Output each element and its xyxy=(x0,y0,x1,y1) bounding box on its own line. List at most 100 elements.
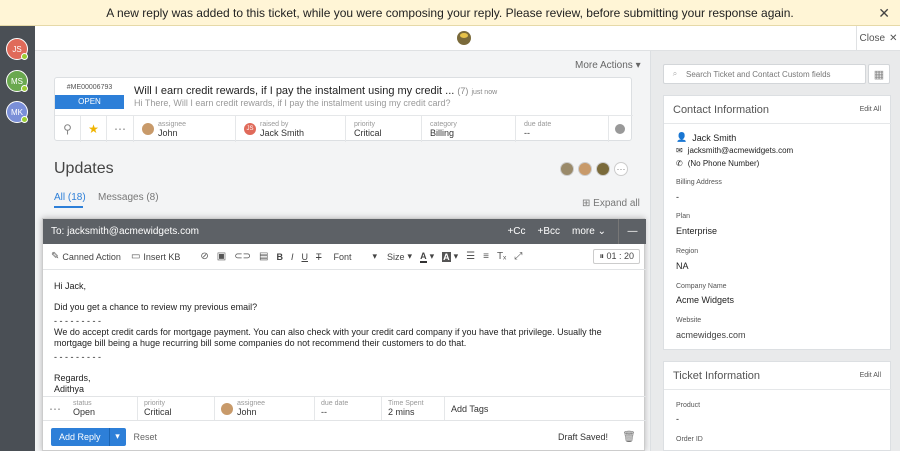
underline-icon[interactable]: U xyxy=(301,252,308,262)
body-separator: - - - - - - - - - xyxy=(54,352,101,362)
bullet-list-icon[interactable]: ☰ xyxy=(466,251,475,262)
ticket-subject[interactable]: Will I earn credit rewards, if I pay the… xyxy=(134,85,497,97)
search-placeholder: Search Ticket and Contact Custom fields xyxy=(686,69,831,79)
insert-kb-button[interactable]: ▭ Insert KB xyxy=(131,251,180,262)
avatar[interactable]: JS xyxy=(6,38,28,60)
italic-icon[interactable]: I xyxy=(291,252,294,262)
layout-grid-icon[interactable]: ▦ xyxy=(868,64,890,84)
thread-count: (7) xyxy=(457,86,469,96)
tab-messages[interactable]: Messages (8) xyxy=(98,192,159,203)
close-label: Close xyxy=(859,33,886,44)
strikethrough-icon[interactable]: T xyxy=(316,252,322,262)
numbered-list-icon[interactable]: ≡ xyxy=(483,251,489,262)
reset-button[interactable]: Reset xyxy=(134,432,158,442)
field-value[interactable]: Acme Widgets xyxy=(676,295,734,305)
participant-avatar[interactable] xyxy=(596,162,610,176)
cc-button[interactable]: +Cc xyxy=(507,226,525,237)
ticket-card[interactable]: #ME00006793 OPEN Will I earn credit rewa… xyxy=(54,77,633,142)
close-button[interactable]: Close ✕ xyxy=(856,26,900,51)
status-toggle-icon[interactable] xyxy=(609,116,631,142)
reply-body-editor[interactable]: Hi Jack, Did you get a chance to review … xyxy=(54,281,639,398)
custom-field-search[interactable]: ⌕ Search Ticket and Contact Custom field… xyxy=(663,64,866,84)
link-icon[interactable]: ⊂⊃ xyxy=(234,251,251,262)
bcc-button[interactable]: +Bcc xyxy=(538,226,561,237)
participant-avatar[interactable] xyxy=(578,162,592,176)
reply-prop-priority[interactable]: priority Critical xyxy=(138,397,215,420)
user-icon: 👤 xyxy=(676,132,688,142)
prop-value: Critical xyxy=(354,127,382,138)
prop-priority[interactable]: priority Critical xyxy=(346,116,422,142)
field-value[interactable]: acmewidges.com xyxy=(676,330,746,340)
reply-composer: To: jacksmith@acmewidgets.com +Cc +Bcc m… xyxy=(42,218,646,451)
add-tags-button[interactable]: Add Tags xyxy=(445,397,488,420)
tab-all[interactable]: All (18) xyxy=(54,192,86,203)
font-label: Font xyxy=(333,251,352,262)
avatar[interactable]: MS xyxy=(6,70,28,92)
left-avatar-bar: JS MS MK xyxy=(0,26,35,451)
more-options-icon[interactable]: ⋯ xyxy=(43,397,67,420)
more-options-icon[interactable]: ⋯ xyxy=(107,116,134,142)
image-icon[interactable]: ▣ xyxy=(217,251,226,262)
banner-close-icon[interactable]: ✕ xyxy=(878,5,890,22)
more-button[interactable]: more ⌄ xyxy=(572,226,606,237)
body-separator: - - - - - - - - - xyxy=(54,316,101,326)
prop-value: -- xyxy=(321,407,327,417)
more-participants-icon[interactable]: ⋯ xyxy=(614,162,628,176)
expand-all-button[interactable]: ⊞ Expand all xyxy=(582,198,640,209)
field-label: Region xyxy=(676,248,699,255)
field-value[interactable]: - xyxy=(676,192,679,202)
ticket-properties: ⚲ ★ ⋯ assignee John JS raised by Jack Smit… xyxy=(55,115,633,142)
contact-title: Contact Information xyxy=(673,104,769,116)
contact-email[interactable]: ✉ jacksmith@acmewidgets.com xyxy=(676,146,793,155)
clear-format-icon[interactable]: Tₓ xyxy=(497,251,506,262)
fullscreen-icon[interactable]: ⤢ xyxy=(514,251,522,262)
reply-prop-due-date[interactable]: due date -- xyxy=(315,397,382,420)
field-value[interactable]: NA xyxy=(676,261,689,271)
ticket-description: Hi There, Will I earn credit rewards, if… xyxy=(134,98,451,108)
minimize-button[interactable]: — xyxy=(618,219,646,244)
reply-prop-time-spent[interactable]: Time Spent 2 mins xyxy=(382,397,445,420)
book-icon: ▭ xyxy=(130,251,141,262)
field-label: Plan xyxy=(676,213,691,220)
prop-assignee[interactable]: assignee John xyxy=(134,116,236,142)
attach-icon[interactable]: ⊘ xyxy=(200,251,208,262)
text-color-icon[interactable]: A ▾ xyxy=(420,251,434,263)
status-badge: OPEN xyxy=(55,95,124,109)
prop-due-date[interactable]: due date -- xyxy=(516,116,609,142)
add-reply-button[interactable]: Add Reply ▾ xyxy=(51,427,126,446)
size-label: Size xyxy=(387,251,405,262)
field-value[interactable]: - xyxy=(676,414,679,424)
canned-action-button[interactable]: ✎ Canned Action xyxy=(51,251,121,262)
contact-edit-all-button[interactable]: Edit All xyxy=(860,106,881,113)
contact-name[interactable]: 👤 Jack Smith xyxy=(676,132,736,143)
field-value[interactable]: Enterprise xyxy=(676,226,717,236)
body-line: We do accept credit cards for mortgage p… xyxy=(54,327,602,348)
font-select[interactable]: Font ▾ xyxy=(333,251,377,262)
ticket-time: just now xyxy=(471,89,498,96)
prop-category[interactable]: category Billing xyxy=(422,116,516,142)
more-actions-button[interactable]: More Actions ▾ xyxy=(575,60,641,71)
highlight-color-icon[interactable]: A ▾ xyxy=(442,251,458,262)
prop-label: Time Spent xyxy=(388,400,424,407)
to-field[interactable]: To: jacksmith@acmewidgets.com xyxy=(51,226,507,237)
size-select[interactable]: Size ▾ xyxy=(387,251,412,262)
reply-prop-assignee[interactable]: assignee John xyxy=(215,397,315,420)
timer[interactable]: ⏸ 01 : 20 xyxy=(593,249,640,264)
participant-avatar[interactable] xyxy=(560,162,574,176)
avatar[interactable]: MK xyxy=(6,101,28,123)
ticket-info-edit-all-button[interactable]: Edit All xyxy=(860,372,881,379)
reply-prop-status[interactable]: status Open xyxy=(67,397,138,420)
code-icon[interactable]: ▤ xyxy=(259,251,268,262)
phone-icon: ✆ xyxy=(676,159,683,168)
reply-properties: ⋯ status Open priority Critical assignee Jo… xyxy=(43,396,646,421)
prop-raised-by[interactable]: JS raised by Jack Smith xyxy=(236,116,346,142)
star-icon[interactable]: ★ xyxy=(81,116,107,142)
add-reply-label: Add Reply xyxy=(51,427,110,446)
bold-icon[interactable]: B xyxy=(276,252,283,262)
pin-icon[interactable]: ⚲ xyxy=(55,116,81,142)
contact-phone-text: (No Phone Number) xyxy=(687,159,760,168)
trash-icon[interactable]: 🗑 xyxy=(622,430,636,443)
prop-value: Jack Smith xyxy=(260,127,305,138)
ticket-info-title: Ticket Information xyxy=(673,370,761,382)
chevron-down-icon[interactable]: ▾ xyxy=(110,431,126,442)
